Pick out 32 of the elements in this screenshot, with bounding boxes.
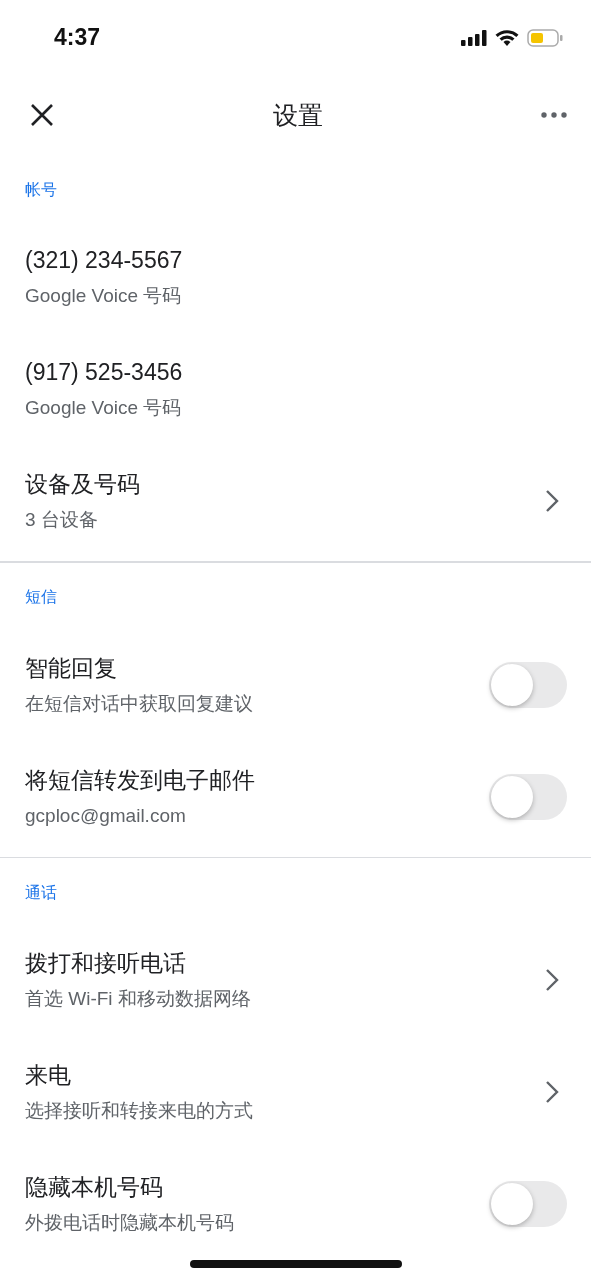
section-header: 通话 (25, 882, 57, 903)
status-time: 4:37 (54, 24, 101, 51)
section-header: 短信 (25, 587, 57, 607)
toggle-switch[interactable] (489, 661, 567, 708)
chevron-icon (545, 1080, 559, 1104)
toggle-switch[interactable] (489, 1181, 567, 1227)
item-title: 来电 (25, 1061, 72, 1089)
item-title: (321) 234-5567 (25, 246, 184, 274)
item-title: 隐藏本机号码 (25, 1173, 164, 1201)
item-subtitle: Google Voice 号码 (25, 284, 183, 308)
item-subtitle: 在短信对话中获取回复建议 (25, 691, 254, 716)
toggle-switch[interactable] (489, 773, 567, 820)
item-subtitle: 3 台设备 (25, 508, 99, 532)
item-subtitle: 选择接听和转接来电的方式 (25, 1099, 254, 1123)
wifi-icon (495, 29, 519, 46)
section-header: 帐号 (25, 179, 57, 200)
chevron-icon (545, 968, 559, 992)
battery-icon (527, 28, 563, 47)
close-icon (30, 103, 54, 127)
page-title: 设置 (272, 99, 323, 131)
item-subtitle: Google Voice 号码 (25, 396, 183, 420)
item-title: 智能回复 (25, 653, 118, 682)
chevron-icon (545, 489, 559, 513)
item-subtitle: 外拨电话时隐藏本机号码 (25, 1211, 235, 1235)
more-icon (541, 112, 567, 118)
item-subtitle: 首选 Wi-Fi 和移动数据网络 (25, 987, 252, 1011)
item-title: 设备及号码 (25, 470, 141, 498)
item-title: (917) 525-3456 (25, 358, 184, 386)
item-subtitle: gcploc@gmail.com (25, 803, 187, 828)
signal-icon (461, 29, 487, 46)
item-title: 拨打和接听电话 (25, 949, 187, 977)
item-title: 将短信转发到电子邮件 (25, 765, 256, 794)
